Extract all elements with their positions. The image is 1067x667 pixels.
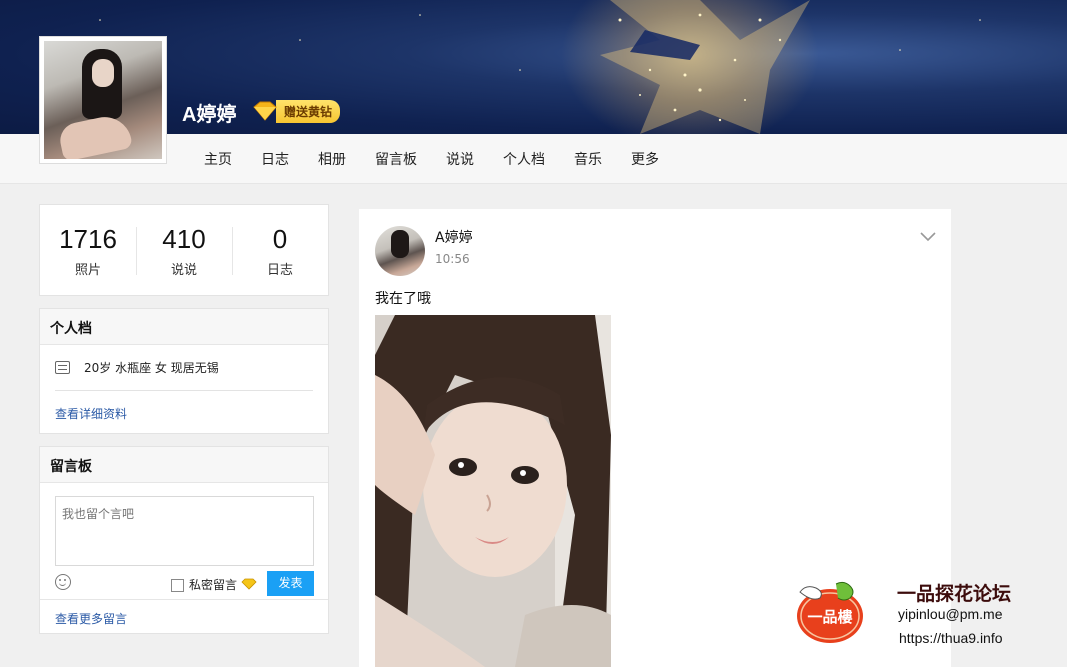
watermark-url: https://thua9.info (899, 630, 1003, 646)
view-details-link[interactable]: 查看详细资料 (40, 391, 328, 422)
guestbook-input[interactable] (55, 496, 314, 566)
vip-badge[interactable]: 赠送黄钻 (250, 99, 341, 123)
post-author-name[interactable]: A婷婷 (435, 227, 473, 247)
post-time: 10:56 (435, 252, 470, 266)
nav-item-guestbook[interactable]: 留言板 (375, 149, 417, 169)
guestbook-card-title: 留言板 (40, 447, 328, 483)
stat-value: 0 (272, 224, 288, 254)
post-text: 我在了哦 (375, 291, 431, 307)
post-photo[interactable] (375, 315, 611, 667)
watermark-email: yipinlou@pm.me (898, 606, 1003, 622)
nav-item-album[interactable]: 相册 (318, 149, 346, 169)
nav-item-profile[interactable]: 个人档 (503, 149, 545, 169)
chevron-down-icon[interactable] (920, 227, 936, 242)
nav-item-moments[interactable]: 说说 (446, 149, 474, 169)
post-author-avatar[interactable] (375, 226, 425, 276)
profile-card-title: 个人档 (40, 309, 328, 345)
yellow-diamond-icon (250, 100, 280, 122)
post-button[interactable]: 发表 (267, 571, 314, 596)
stat-value: 1716 (59, 224, 117, 254)
stats-card: 1716 照片 410 说说 0 日志 (39, 204, 329, 296)
stat-photos[interactable]: 1716 照片 (40, 205, 136, 295)
view-more-messages-link[interactable]: 查看更多留言 (55, 610, 127, 627)
guestbook-card: 留言板 私密留言 发表 查看更多留言 (39, 446, 329, 634)
stat-moments[interactable]: 410 说说 (136, 205, 232, 295)
private-label: 私密留言 (189, 578, 238, 592)
profile-info-text: 20岁 水瓶座 女 现居无锡 (84, 361, 219, 375)
emoji-icon[interactable] (55, 574, 71, 590)
nav-item-music[interactable]: 音乐 (574, 149, 602, 169)
nav-item-more[interactable]: 更多 (631, 149, 659, 169)
nav-item-blog[interactable]: 日志 (261, 149, 289, 169)
private-checkbox[interactable] (171, 579, 184, 592)
divider (40, 599, 328, 600)
profile-info-icon (55, 361, 70, 374)
stat-value: 410 (162, 224, 206, 254)
nav-item-home[interactable]: 主页 (204, 149, 232, 169)
profile-card: 个人档 20岁 水瓶座 女 现居无锡 查看详细资料 (39, 308, 329, 434)
stat-label: 照片 (74, 263, 101, 278)
forum-logo: 一品樓 (796, 580, 864, 644)
watermark-title: 一品探花论坛 (897, 583, 1012, 605)
stat-label: 日志 (266, 263, 293, 278)
svg-text:一品樓: 一品樓 (807, 608, 852, 626)
vip-badge-label: 赠送黄钻 (276, 99, 341, 123)
profile-username[interactable]: A婷婷 (182, 98, 236, 127)
stat-label: 说说 (170, 263, 197, 278)
profile-avatar[interactable] (39, 36, 167, 164)
stat-blogs[interactable]: 0 日志 (232, 205, 328, 295)
